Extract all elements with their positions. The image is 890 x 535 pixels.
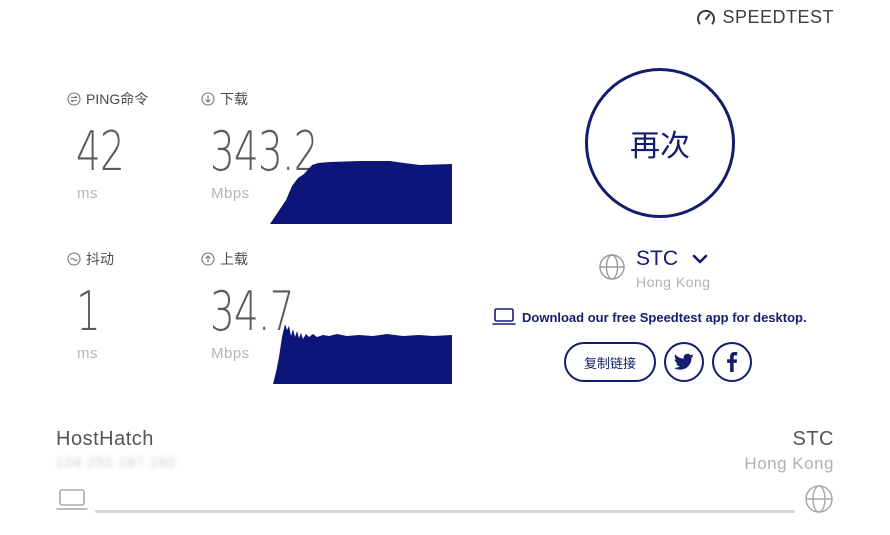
ping-label-text: PING命令	[86, 91, 149, 107]
client-info: HostHatch 104.250.167.150	[56, 428, 176, 470]
upload-label-text: 上载	[220, 251, 248, 267]
server-globe-icon	[805, 485, 833, 513]
destination-location: Hong Kong	[744, 454, 834, 473]
client-ip: 104.250.167.150	[56, 454, 177, 470]
destination-name: STC	[792, 428, 834, 450]
speedometer-icon	[697, 9, 716, 24]
upload-unit: Mbps	[211, 345, 250, 362]
download-arrow-icon	[201, 92, 215, 106]
globe-icon	[599, 254, 625, 280]
download-label-text: 下载	[220, 91, 248, 107]
twitter-button[interactable]	[664, 342, 704, 382]
jitter-unit: ms	[77, 345, 98, 362]
chevron-down-icon	[692, 254, 708, 264]
connection-line	[95, 510, 795, 513]
again-button[interactable]: 再次	[585, 68, 735, 218]
server-name-button[interactable]: STC	[636, 247, 711, 271]
ping-label: PING命令	[67, 89, 148, 109]
jitter-label-text: 抖动	[86, 251, 114, 267]
upload-graph-area	[273, 324, 452, 384]
twitter-icon	[674, 353, 694, 370]
server-location: Hong Kong	[636, 274, 711, 290]
facebook-button[interactable]	[712, 342, 752, 382]
download-app-link[interactable]: Download our free Speedtest app for desk…	[492, 308, 807, 326]
brand-name: SPEEDTEST	[722, 7, 834, 27]
jitter-label: 抖动	[67, 249, 114, 269]
laptop-icon	[492, 308, 516, 325]
client-isp: HostHatch	[56, 428, 154, 450]
facebook-icon	[727, 352, 738, 372]
download-app-text: Download our free Speedtest app for desk…	[522, 309, 807, 325]
ping-unit: ms	[77, 185, 98, 202]
server-selector[interactable]: STC Hong Kong	[598, 247, 711, 290]
upload-arrow-icon	[201, 252, 215, 266]
ping-icon	[67, 92, 81, 106]
server-name: STC	[636, 247, 678, 270]
copy-link-button[interactable]: 复制链接	[564, 342, 656, 382]
jitter-icon	[67, 252, 81, 266]
upload-label: 上载	[201, 249, 248, 269]
destination-info: STC Hong Kong	[744, 428, 834, 474]
download-label: 下载	[201, 89, 248, 109]
download-unit: Mbps	[211, 185, 250, 202]
download-graph	[270, 161, 452, 224]
download-graph-area	[270, 161, 452, 224]
jitter-value: 1	[76, 280, 101, 343]
upload-graph	[273, 324, 452, 384]
ping-value: 42	[76, 120, 125, 183]
share-row: 复制链接	[564, 342, 752, 382]
client-laptop-icon	[56, 489, 88, 510]
speedtest-logo[interactable]: SPEEDTEST	[696, 7, 834, 28]
